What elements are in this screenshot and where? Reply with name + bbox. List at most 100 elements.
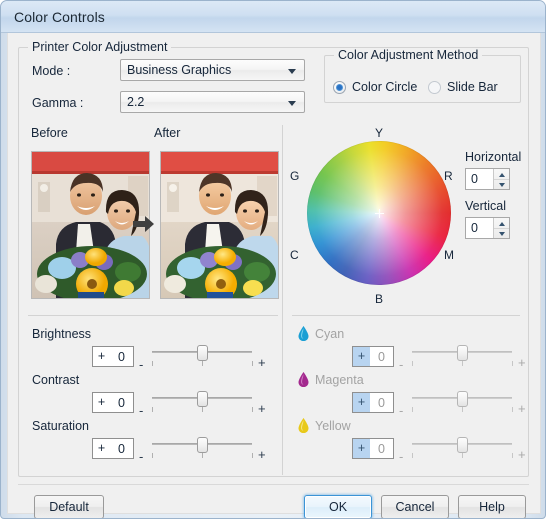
title-bar: Color Controls xyxy=(1,1,545,33)
ok-button[interactable]: OK xyxy=(304,495,372,518)
cyan-minus-label: - xyxy=(399,357,404,372)
yellow-slider xyxy=(412,436,513,462)
help-button[interactable]: Help xyxy=(458,495,526,518)
radio-color-circle-indicator[interactable] xyxy=(333,80,346,94)
cyan-ink-drop-icon xyxy=(298,326,309,341)
pane-divider xyxy=(282,125,283,475)
mode-dropdown[interactable]: Business Graphics xyxy=(120,59,305,81)
yellow-minus-label: - xyxy=(399,449,404,464)
right-arrow-icon xyxy=(133,215,155,233)
slider-tick xyxy=(252,407,253,412)
magenta-label: Magenta xyxy=(315,373,364,387)
horizontal-spinner-down-icon[interactable] xyxy=(494,180,509,190)
vertical-spinner-down-icon[interactable] xyxy=(494,229,509,239)
cyan-sign: + xyxy=(353,347,370,366)
color-adjustment-method-group: Color Adjustment Method xyxy=(324,48,521,103)
brightness-slider[interactable] xyxy=(152,344,253,370)
vertical-label: Vertical xyxy=(465,199,506,213)
gamma-label: Gamma : xyxy=(32,96,84,110)
brightness-minus-label: - xyxy=(139,357,144,372)
slider-tick xyxy=(252,453,253,458)
color-circle-crosshair[interactable] xyxy=(374,208,384,218)
printer-color-adjustment-legend: Printer Color Adjustment xyxy=(28,40,172,54)
saturation-slider-thumb[interactable] xyxy=(197,437,208,453)
after-label: After xyxy=(154,126,181,140)
magenta-sign: + xyxy=(353,393,370,412)
slider-tick xyxy=(412,361,413,366)
yellow-value-box: + 0 xyxy=(352,438,394,459)
saturation-slider[interactable] xyxy=(152,436,253,462)
yellow-label: Yellow xyxy=(315,419,351,433)
color-adjustment-method-legend: Color Adjustment Method xyxy=(334,48,483,62)
mode-label: Mode : xyxy=(32,64,71,78)
window-title: Color Controls xyxy=(14,9,105,25)
radio-option-slide-bar[interactable]: Slide Bar xyxy=(428,80,498,94)
color-circle-wheel[interactable] xyxy=(307,141,451,285)
slider-tick xyxy=(412,407,413,412)
gamma-dropdown[interactable]: 2.2 xyxy=(120,91,305,113)
magenta-ink-drop-icon xyxy=(298,372,309,387)
contrast-value: 0 xyxy=(118,395,125,410)
right-section-divider xyxy=(292,315,520,316)
contrast-slider-thumb[interactable] xyxy=(197,391,208,407)
radio-option-color-circle[interactable]: Color Circle xyxy=(333,80,417,94)
brightness-value-box[interactable]: + 0 xyxy=(92,346,134,367)
slider-tick xyxy=(512,453,513,458)
saturation-value-box[interactable]: + 0 xyxy=(92,438,134,459)
radio-slide-bar-label: Slide Bar xyxy=(447,80,498,94)
cyan-plus-label: + xyxy=(518,355,526,370)
cyan-value-box: + 0 xyxy=(352,346,394,367)
wheel-label-c: C xyxy=(290,248,299,262)
contrast-plus-label: + xyxy=(258,401,266,416)
slider-tick xyxy=(512,407,513,412)
wheel-label-y: Y xyxy=(375,126,384,140)
brightness-plus-label: + xyxy=(258,355,266,370)
default-button[interactable]: Default xyxy=(34,495,104,518)
yellow-plus-label: + xyxy=(518,447,526,462)
left-section-divider xyxy=(28,315,278,316)
horizontal-spinner[interactable]: 0 xyxy=(465,168,510,190)
brightness-value: 0 xyxy=(118,349,125,364)
slider-tick xyxy=(252,361,253,366)
vertical-spinner[interactable]: 0 xyxy=(465,217,510,239)
vertical-spinner-up-icon[interactable] xyxy=(494,218,509,229)
horizontal-spinner-buttons xyxy=(493,169,509,189)
magenta-plus-label: + xyxy=(518,401,526,416)
horizontal-spinner-value[interactable]: 0 xyxy=(466,169,493,189)
slider-tick xyxy=(412,453,413,458)
brightness-slider-thumb[interactable] xyxy=(197,345,208,361)
slider-tick xyxy=(512,361,513,366)
magenta-slider xyxy=(412,390,513,416)
slider-tick xyxy=(152,407,153,412)
before-label: Before xyxy=(31,126,68,140)
contrast-label: Contrast xyxy=(32,373,80,387)
vertical-spinner-value[interactable]: 0 xyxy=(466,218,493,238)
saturation-plus-label: + xyxy=(258,447,266,462)
saturation-label: Saturation xyxy=(32,419,89,433)
horizontal-label: Horizontal xyxy=(465,150,522,164)
wheel-label-m: M xyxy=(444,248,454,262)
color-controls-dialog: Color Controls Printer Color Adjustment … xyxy=(0,0,546,519)
wheel-label-r: R xyxy=(444,169,453,183)
wheel-label-b: B xyxy=(375,292,384,306)
contrast-value-box[interactable]: + 0 xyxy=(92,392,134,413)
slider-tick xyxy=(462,407,463,412)
footer-separator xyxy=(18,484,529,485)
contrast-minus-label: - xyxy=(139,403,144,418)
slider-tick xyxy=(462,453,463,458)
slider-tick xyxy=(202,407,203,412)
slider-tick xyxy=(152,453,153,458)
slider-tick xyxy=(152,361,153,366)
contrast-slider[interactable] xyxy=(152,390,253,416)
cancel-button[interactable]: Cancel xyxy=(381,495,449,518)
radio-color-circle-label: Color Circle xyxy=(352,80,418,94)
brightness-sign: + xyxy=(97,349,106,363)
saturation-value: 0 xyxy=(118,441,125,456)
cyan-label: Cyan xyxy=(315,327,345,341)
cyan-slider xyxy=(412,344,513,370)
vertical-spinner-buttons xyxy=(493,218,509,238)
radio-slide-bar-indicator[interactable] xyxy=(428,80,441,94)
slider-tick xyxy=(462,361,463,366)
slider-tick xyxy=(202,361,203,366)
horizontal-spinner-up-icon[interactable] xyxy=(494,169,509,180)
